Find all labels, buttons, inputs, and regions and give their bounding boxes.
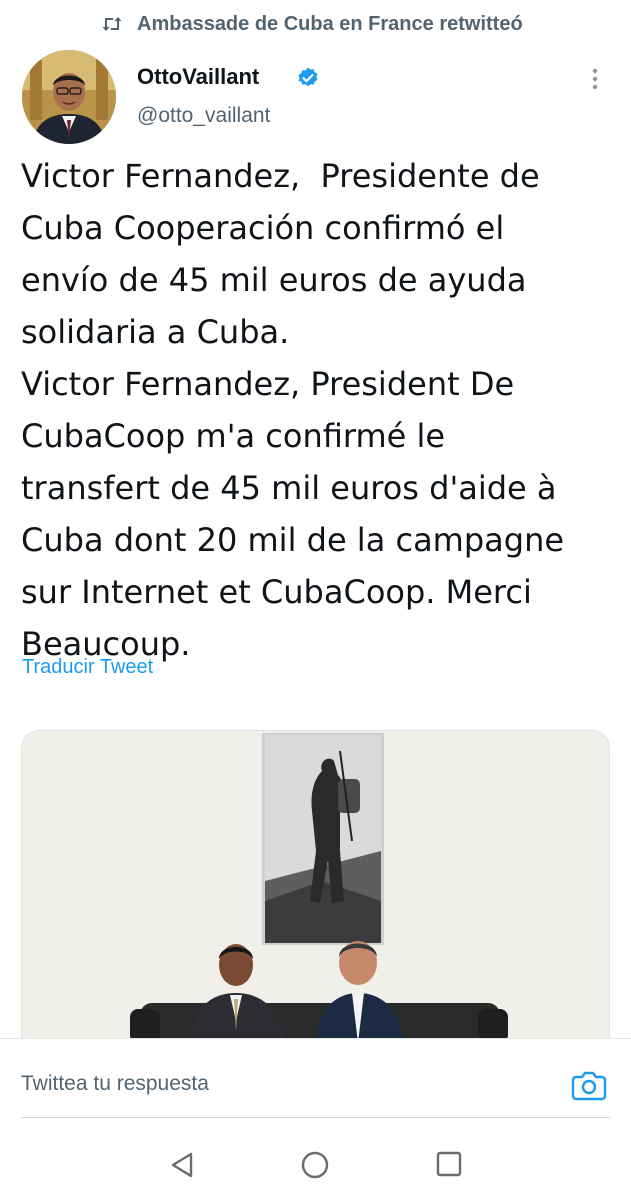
reply-input[interactable]: Twittea tu respuesta [21, 1072, 209, 1096]
tweet-text-line: solidaria a Cuba. [21, 313, 290, 351]
retweet-context-text: Ambassade de Cuba en France retwitteó [137, 13, 523, 35]
tweet-text-line: Victor Fernandez, President De [21, 365, 515, 403]
photo-image [22, 731, 609, 1042]
recent-apps-icon[interactable] [435, 1150, 463, 1178]
verified-badge-icon [298, 67, 318, 87]
tweet-text-line: CubaCoop m'a confirmé le [21, 417, 446, 455]
camera-icon[interactable] [570, 1067, 608, 1103]
back-triangle-icon[interactable] [168, 1150, 196, 1180]
tweet-text-line: transfert de 45 mil euros d'aide à [21, 469, 557, 507]
author-display-name[interactable]: OttoVaillant [137, 64, 259, 90]
home-circle-icon[interactable] [300, 1150, 330, 1180]
tweet-text-line: Cuba dont 20 mil de la campagne [21, 521, 565, 559]
author-handle[interactable]: @otto_vaillant [137, 104, 270, 128]
tweet-media-photo[interactable] [21, 730, 610, 1042]
reply-divider [21, 1117, 610, 1118]
translate-tweet-link[interactable]: Traducir Tweet [22, 656, 153, 679]
tweet-text-line: Cuba Cooperación confirmó el [21, 209, 505, 247]
reply-composer: Twittea tu respuesta [0, 1038, 631, 1130]
tweet-text-line: Victor Fernandez, Presidente de [21, 157, 540, 195]
system-navigation-bar [0, 1130, 631, 1200]
retweet-context[interactable]: Ambassade de Cuba en France retwitteó [0, 0, 631, 52]
avatar-photo [22, 50, 116, 144]
avatar[interactable] [22, 50, 116, 144]
retweet-icon [102, 17, 122, 31]
tweet-text: Victor Fernandez, Presidente de Cuba Coo… [21, 150, 621, 670]
more-vertical-icon[interactable] [584, 64, 606, 94]
tweet-text-line: sur Internet et CubaCoop. Merci [21, 573, 532, 611]
tweet-text-line: envío de 45 mil euros de ayuda [21, 261, 527, 299]
